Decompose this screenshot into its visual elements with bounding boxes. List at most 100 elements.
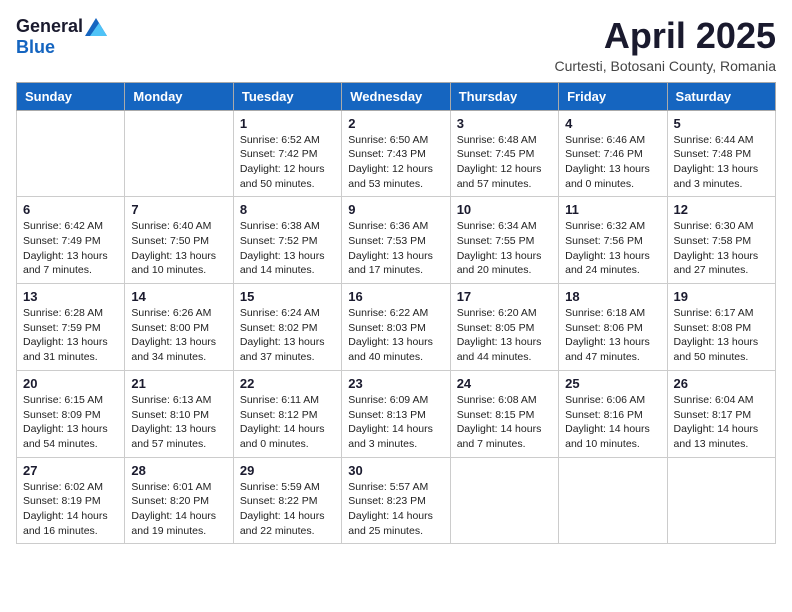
weekday-header-sunday: Sunday [17, 82, 125, 110]
day-number: 2 [348, 116, 443, 131]
calendar-cell: 10 Sunrise: 6:34 AMSunset: 7:55 PMDayligh… [450, 197, 558, 284]
calendar-cell [17, 110, 125, 197]
day-info: Sunrise: 6:18 AMSunset: 8:06 PMDaylight:… [565, 306, 660, 365]
day-info: Sunrise: 6:08 AMSunset: 8:15 PMDaylight:… [457, 393, 552, 452]
day-info: Sunrise: 6:48 AMSunset: 7:45 PMDaylight:… [457, 133, 552, 192]
weekday-header-saturday: Saturday [667, 82, 775, 110]
calendar-cell: 19 Sunrise: 6:17 AMSunset: 8:08 PMDayligh… [667, 284, 775, 371]
day-number: 4 [565, 116, 660, 131]
weekday-header-monday: Monday [125, 82, 233, 110]
day-info: Sunrise: 6:28 AMSunset: 7:59 PMDaylight:… [23, 306, 118, 365]
calendar-cell: 1 Sunrise: 6:52 AMSunset: 7:42 PMDaylight… [233, 110, 341, 197]
week-row-2: 6 Sunrise: 6:42 AMSunset: 7:49 PMDaylight… [17, 197, 776, 284]
day-info: Sunrise: 5:59 AMSunset: 8:22 PMDaylight:… [240, 480, 335, 539]
day-number: 17 [457, 289, 552, 304]
calendar-cell: 26Sunrise: 6:04 AMSunset: 8:17 PMDayligh… [667, 370, 775, 457]
calendar-cell: 4 Sunrise: 6:46 AMSunset: 7:46 PMDaylight… [559, 110, 667, 197]
day-number: 1 [240, 116, 335, 131]
calendar-cell: 13 Sunrise: 6:28 AMSunset: 7:59 PMDayligh… [17, 284, 125, 371]
calendar-cell: 20 Sunrise: 6:15 AMSunset: 8:09 PMDayligh… [17, 370, 125, 457]
day-number: 18 [565, 289, 660, 304]
day-info: Sunrise: 6:17 AMSunset: 8:08 PMDaylight:… [674, 306, 769, 365]
week-row-3: 13 Sunrise: 6:28 AMSunset: 7:59 PMDayligh… [17, 284, 776, 371]
week-row-1: 1 Sunrise: 6:52 AMSunset: 7:42 PMDaylight… [17, 110, 776, 197]
day-info: Sunrise: 6:42 AMSunset: 7:49 PMDaylight:… [23, 219, 118, 278]
calendar-cell: 12 Sunrise: 6:30 AMSunset: 7:58 PMDayligh… [667, 197, 775, 284]
day-info: Sunrise: 6:06 AMSunset: 8:16 PMDaylight:… [565, 393, 660, 452]
calendar-cell [559, 457, 667, 544]
calendar-cell: 9Sunrise: 6:36 AMSunset: 7:53 PMDaylight… [342, 197, 450, 284]
day-info: Sunrise: 6:52 AMSunset: 7:42 PMDaylight:… [240, 133, 335, 192]
day-info: Sunrise: 6:46 AMSunset: 7:46 PMDaylight:… [565, 133, 660, 192]
day-number: 24 [457, 376, 552, 391]
day-number: 3 [457, 116, 552, 131]
calendar-cell: 18 Sunrise: 6:18 AMSunset: 8:06 PMDayligh… [559, 284, 667, 371]
month-title: April 2025 [554, 16, 776, 56]
logo-blue-text: Blue [16, 37, 55, 57]
day-info: Sunrise: 6:50 AMSunset: 7:43 PMDaylight:… [348, 133, 443, 192]
day-number: 5 [674, 116, 769, 131]
day-info: Sunrise: 6:34 AMSunset: 7:55 PMDaylight:… [457, 219, 552, 278]
logo-general-text: General [16, 16, 83, 37]
day-number: 8 [240, 202, 335, 217]
day-number: 25 [565, 376, 660, 391]
weekday-header-thursday: Thursday [450, 82, 558, 110]
weekday-header-tuesday: Tuesday [233, 82, 341, 110]
day-number: 10 [457, 202, 552, 217]
day-info: Sunrise: 6:30 AMSunset: 7:58 PMDaylight:… [674, 219, 769, 278]
calendar-cell: 22Sunrise: 6:11 AMSunset: 8:12 PMDayligh… [233, 370, 341, 457]
day-number: 16 [348, 289, 443, 304]
calendar-table: SundayMondayTuesdayWednesdayThursdayFrid… [16, 82, 776, 545]
day-number: 28 [131, 463, 226, 478]
day-number: 13 [23, 289, 118, 304]
day-number: 11 [565, 202, 660, 217]
title-block: April 2025 Curtesti, Botosani County, Ro… [554, 16, 776, 74]
logo-icon [85, 18, 107, 36]
location: Curtesti, Botosani County, Romania [554, 58, 776, 74]
calendar-cell: 17 Sunrise: 6:20 AMSunset: 8:05 PMDayligh… [450, 284, 558, 371]
calendar-cell: 29 Sunrise: 5:59 AMSunset: 8:22 PMDayligh… [233, 457, 341, 544]
day-info: Sunrise: 6:20 AMSunset: 8:05 PMDaylight:… [457, 306, 552, 365]
day-number: 19 [674, 289, 769, 304]
calendar-cell: 3 Sunrise: 6:48 AMSunset: 7:45 PMDaylight… [450, 110, 558, 197]
day-info: Sunrise: 6:02 AMSunset: 8:19 PMDaylight:… [23, 480, 118, 539]
day-info: Sunrise: 6:11 AMSunset: 8:12 PMDaylight:… [240, 393, 335, 452]
calendar-cell: 15 Sunrise: 6:24 AMSunset: 8:02 PMDayligh… [233, 284, 341, 371]
calendar-cell: 5 Sunrise: 6:44 AMSunset: 7:48 PMDaylight… [667, 110, 775, 197]
calendar-cell: 23 Sunrise: 6:09 AMSunset: 8:13 PMDayligh… [342, 370, 450, 457]
day-info: Sunrise: 6:09 AMSunset: 8:13 PMDaylight:… [348, 393, 443, 452]
weekday-header-wednesday: Wednesday [342, 82, 450, 110]
day-info: Sunrise: 6:22 AMSunset: 8:03 PMDaylight:… [348, 306, 443, 365]
day-number: 14 [131, 289, 226, 304]
day-info: Sunrise: 6:36 AMSunset: 7:53 PMDaylight:… [348, 219, 443, 278]
week-row-4: 20 Sunrise: 6:15 AMSunset: 8:09 PMDayligh… [17, 370, 776, 457]
calendar-cell: 7 Sunrise: 6:40 AMSunset: 7:50 PMDaylight… [125, 197, 233, 284]
calendar-cell: 6 Sunrise: 6:42 AMSunset: 7:49 PMDaylight… [17, 197, 125, 284]
day-number: 23 [348, 376, 443, 391]
calendar-cell [450, 457, 558, 544]
day-number: 30 [348, 463, 443, 478]
day-info: Sunrise: 6:04 AMSunset: 8:17 PMDaylight:… [674, 393, 769, 452]
calendar-cell: 27 Sunrise: 6:02 AMSunset: 8:19 PMDayligh… [17, 457, 125, 544]
day-number: 21 [131, 376, 226, 391]
weekday-header-friday: Friday [559, 82, 667, 110]
calendar-cell [125, 110, 233, 197]
calendar-cell: 25 Sunrise: 6:06 AMSunset: 8:16 PMDayligh… [559, 370, 667, 457]
day-info: Sunrise: 6:24 AMSunset: 8:02 PMDaylight:… [240, 306, 335, 365]
week-row-5: 27 Sunrise: 6:02 AMSunset: 8:19 PMDayligh… [17, 457, 776, 544]
day-number: 6 [23, 202, 118, 217]
calendar-cell: 16 Sunrise: 6:22 AMSunset: 8:03 PMDayligh… [342, 284, 450, 371]
calendar-cell: 14Sunrise: 6:26 AMSunset: 8:00 PMDayligh… [125, 284, 233, 371]
day-number: 15 [240, 289, 335, 304]
day-number: 27 [23, 463, 118, 478]
calendar-cell: 24 Sunrise: 6:08 AMSunset: 8:15 PMDayligh… [450, 370, 558, 457]
day-number: 29 [240, 463, 335, 478]
day-number: 12 [674, 202, 769, 217]
day-info: Sunrise: 6:15 AMSunset: 8:09 PMDaylight:… [23, 393, 118, 452]
day-number: 20 [23, 376, 118, 391]
day-number: 7 [131, 202, 226, 217]
day-info: Sunrise: 6:13 AMSunset: 8:10 PMDaylight:… [131, 393, 226, 452]
day-info: Sunrise: 6:40 AMSunset: 7:50 PMDaylight:… [131, 219, 226, 278]
day-info: Sunrise: 6:44 AMSunset: 7:48 PMDaylight:… [674, 133, 769, 192]
calendar-cell: 28Sunrise: 6:01 AMSunset: 8:20 PMDayligh… [125, 457, 233, 544]
